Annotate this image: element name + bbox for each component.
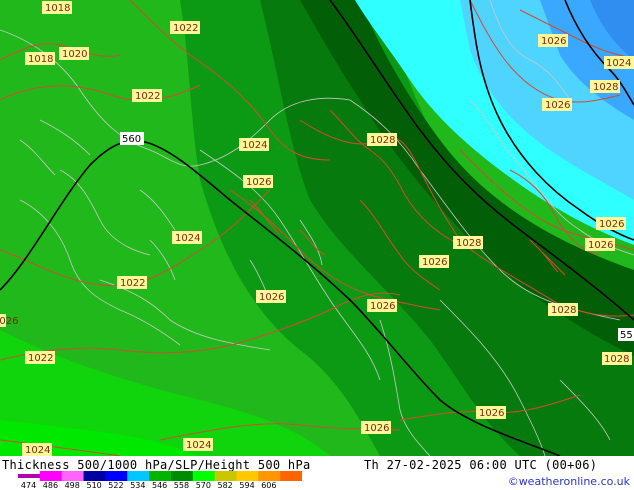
isobar-label: 1026 xyxy=(243,175,273,188)
legend-color-bar xyxy=(18,471,302,481)
legend-swatch xyxy=(214,471,237,481)
valid-time: Th 27-02-2025 06:00 UTC (00+06) xyxy=(364,458,598,472)
isobar-label: 1024 xyxy=(604,56,634,69)
legend-ticks: 474 486 498 510 522 534 546 558 570 582 594 606 xyxy=(18,481,318,490)
weather-map-view: 1018 1022 1018 1020 1022 1024 1026 1024 … xyxy=(0,0,634,490)
legend-tick-label: 510 xyxy=(86,481,102,490)
legend-swatch xyxy=(39,471,63,481)
svg-text:1026: 1026 xyxy=(259,292,284,303)
svg-text:1026: 1026 xyxy=(541,36,566,47)
legend-swatch xyxy=(18,474,41,478)
svg-text:1018: 1018 xyxy=(45,3,70,14)
legend-swatch xyxy=(236,471,259,481)
legend-tick-label: 534 xyxy=(130,481,146,490)
isobar-label: 1024 xyxy=(239,138,269,151)
legend-tick-label: 606 xyxy=(261,481,277,490)
legend-tick-label: 474 xyxy=(20,481,37,490)
isobar-label: 1026 xyxy=(419,255,449,268)
isobar-label: 1028 xyxy=(548,303,578,316)
legend-tick-label: 570 xyxy=(195,481,211,490)
legend-swatch xyxy=(280,471,302,481)
legend-tick-label: 558 xyxy=(173,481,190,490)
svg-text:1026: 1026 xyxy=(422,257,447,268)
svg-text:1026: 1026 xyxy=(479,408,504,419)
isobar-label: 1026 xyxy=(542,98,572,111)
legend-swatch xyxy=(127,471,150,481)
isobar-label: 1024 xyxy=(22,443,52,456)
svg-text:1028: 1028 xyxy=(456,238,481,249)
legend-swatch xyxy=(149,471,172,481)
svg-text:1022: 1022 xyxy=(120,278,145,289)
svg-text:1028: 1028 xyxy=(370,135,395,146)
svg-text:1026: 1026 xyxy=(599,219,624,230)
isobar-label: 1026 xyxy=(596,217,626,230)
svg-text:1024: 1024 xyxy=(186,440,211,451)
svg-text:1026: 1026 xyxy=(364,423,389,434)
svg-text:1024: 1024 xyxy=(25,445,50,456)
isobar-label: 1020 xyxy=(59,47,89,60)
isobar-label: 1022 xyxy=(25,351,55,364)
height-label: 560 xyxy=(120,132,144,145)
isobar-label: 1026 xyxy=(256,290,286,303)
legend-swatch xyxy=(258,471,281,481)
legend-tick-label: 522 xyxy=(108,481,124,490)
map-title: Thickness 500/1000 hPa/SLP/Height 500 hP… xyxy=(2,458,311,472)
svg-text:1022: 1022 xyxy=(135,91,160,102)
svg-text:1026: 1026 xyxy=(246,177,271,188)
isobar-label: 1024 xyxy=(183,438,213,451)
isobar-label: 1026 xyxy=(476,406,506,419)
svg-text:1026: 1026 xyxy=(588,240,613,251)
svg-text:1026: 1026 xyxy=(0,316,18,327)
isobar-label: 1026 xyxy=(361,421,391,434)
isobar-label: 1026 xyxy=(585,238,615,251)
isobar-label: 1026 xyxy=(538,34,568,47)
isobar-label: 1026 xyxy=(367,299,397,312)
isobar-label: 1018 xyxy=(25,52,55,65)
thickness-map: 1018 1022 1018 1020 1022 1024 1026 1024 … xyxy=(0,0,634,456)
svg-text:1024: 1024 xyxy=(606,58,631,69)
legend-tick-label: 546 xyxy=(152,481,168,490)
map-footer: Thickness 500/1000 hPa/SLP/Height 500 hP… xyxy=(0,456,634,490)
svg-text:1026: 1026 xyxy=(545,100,570,111)
legend-swatch xyxy=(61,471,85,481)
credit-link[interactable]: ©weatheronline.co.uk xyxy=(508,475,630,488)
legend-tick-label: 486 xyxy=(42,481,59,490)
isobar-label: 1022 xyxy=(170,21,200,34)
svg-text:1024: 1024 xyxy=(242,140,267,151)
svg-text:1028: 1028 xyxy=(551,305,576,316)
isobar-label: 1018 xyxy=(42,1,72,14)
isobar-label: 1028 xyxy=(590,80,620,93)
isobar-label: 1028 xyxy=(453,236,483,249)
legend-tick-label: 498 xyxy=(64,481,80,490)
height-label: 55 xyxy=(618,328,634,341)
legend-tick-label: 594 xyxy=(239,481,255,490)
svg-text:560: 560 xyxy=(122,134,141,145)
svg-text:1018: 1018 xyxy=(28,54,53,65)
svg-text:55: 55 xyxy=(620,330,633,341)
svg-text:1020: 1020 xyxy=(62,49,87,60)
isobar-label: 1026 xyxy=(0,314,18,327)
legend-tick-label: 582 xyxy=(217,481,233,490)
svg-text:1022: 1022 xyxy=(28,353,53,364)
svg-text:1028: 1028 xyxy=(593,82,618,93)
svg-text:1022: 1022 xyxy=(173,23,198,34)
svg-text:1024: 1024 xyxy=(175,233,200,244)
isobar-label: 1028 xyxy=(367,133,397,146)
svg-text:1028: 1028 xyxy=(604,354,629,365)
svg-text:1026: 1026 xyxy=(370,301,395,312)
isobar-label: 1028 xyxy=(602,352,632,365)
isobar-label: 1024 xyxy=(172,231,202,244)
legend-swatch xyxy=(170,471,194,481)
legend-swatch xyxy=(192,471,216,481)
legend-swatch xyxy=(105,471,128,481)
legend-swatch xyxy=(83,471,106,481)
isobar-label: 1022 xyxy=(117,276,147,289)
isobar-label: 1022 xyxy=(132,89,162,102)
